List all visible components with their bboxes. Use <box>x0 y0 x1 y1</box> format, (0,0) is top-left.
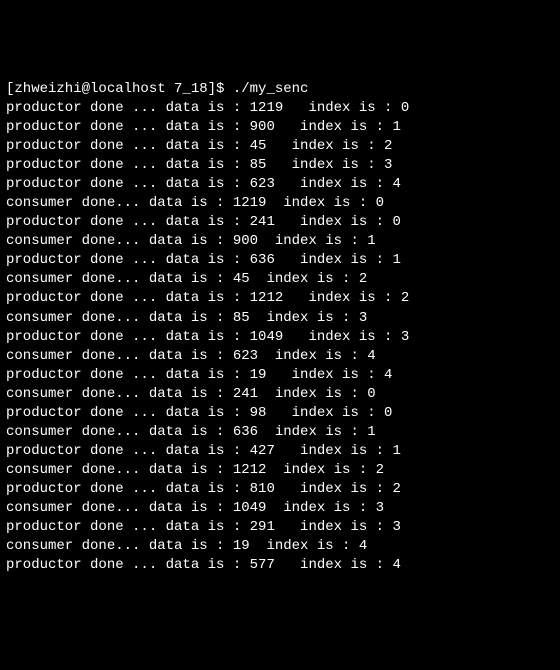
shell-command: ./my_senc <box>233 81 309 97</box>
shell-prompt: [zhweizhi@localhost 7_18]$ <box>6 81 233 97</box>
output-line-productor: productor done ... data is : 85 index is… <box>6 156 554 175</box>
shell-prompt-line: [zhweizhi@localhost 7_18]$ ./my_senc <box>6 80 554 99</box>
output-line-consumer: consumer done... data is : 19 index is :… <box>6 537 554 556</box>
output-line-productor: productor done ... data is : 900 index i… <box>6 118 554 137</box>
output-line-productor: productor done ... data is : 19 index is… <box>6 366 554 385</box>
output-line-productor: productor done ... data is : 636 index i… <box>6 251 554 270</box>
output-line-consumer: consumer done... data is : 85 index is :… <box>6 309 554 328</box>
output-line-consumer: consumer done... data is : 1049 index is… <box>6 499 554 518</box>
terminal-output[interactable]: [zhweizhi@localhost 7_18]$ ./my_sencprod… <box>6 80 554 575</box>
output-line-productor: productor done ... data is : 1219 index … <box>6 99 554 118</box>
output-line-productor: productor done ... data is : 623 index i… <box>6 175 554 194</box>
output-line-productor: productor done ... data is : 98 index is… <box>6 404 554 423</box>
output-line-consumer: consumer done... data is : 623 index is … <box>6 347 554 366</box>
output-line-consumer: consumer done... data is : 636 index is … <box>6 423 554 442</box>
output-line-productor: productor done ... data is : 1049 index … <box>6 328 554 347</box>
output-line-consumer: consumer done... data is : 1212 index is… <box>6 461 554 480</box>
output-line-consumer: consumer done... data is : 1219 index is… <box>6 194 554 213</box>
output-line-productor: productor done ... data is : 291 index i… <box>6 518 554 537</box>
output-line-productor: productor done ... data is : 45 index is… <box>6 137 554 156</box>
output-line-productor: productor done ... data is : 810 index i… <box>6 480 554 499</box>
output-line-productor: productor done ... data is : 1212 index … <box>6 289 554 308</box>
output-line-consumer: consumer done... data is : 241 index is … <box>6 385 554 404</box>
output-line-productor: productor done ... data is : 577 index i… <box>6 556 554 575</box>
output-line-consumer: consumer done... data is : 45 index is :… <box>6 270 554 289</box>
output-line-consumer: consumer done... data is : 900 index is … <box>6 232 554 251</box>
output-line-productor: productor done ... data is : 427 index i… <box>6 442 554 461</box>
output-line-productor: productor done ... data is : 241 index i… <box>6 213 554 232</box>
